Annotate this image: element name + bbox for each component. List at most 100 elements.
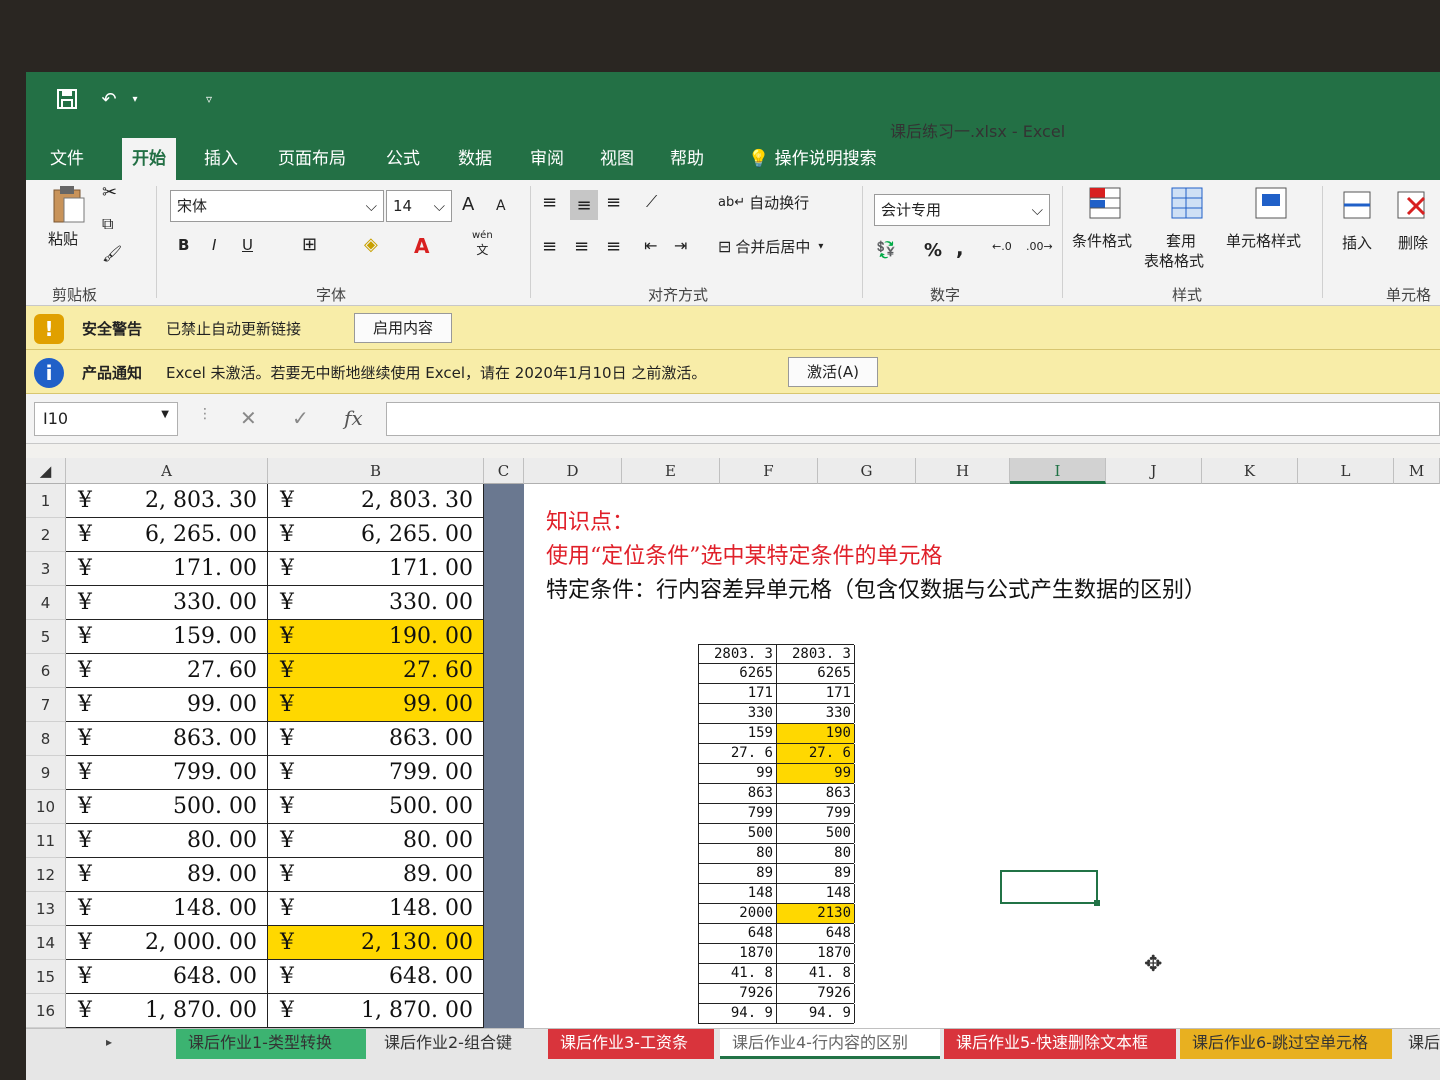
mini-table-cell[interactable]: 500 xyxy=(777,824,855,843)
decrease-decimal-icon[interactable]: .00→ xyxy=(1026,240,1053,253)
format-painter-icon[interactable]: 🖌 xyxy=(102,244,122,263)
tab-view[interactable]: 视图 xyxy=(590,138,644,180)
undo-dropdown-icon[interactable]: ▾ xyxy=(122,86,148,112)
cell-B16[interactable]: ¥1, 870. 00 xyxy=(268,994,484,1028)
accounting-format-icon[interactable]: 💱 xyxy=(876,240,896,259)
sheet-tab[interactable]: 课后作业3-工资条 xyxy=(548,1029,714,1059)
mini-table-cell[interactable]: 89 xyxy=(699,864,777,883)
sheet-tab[interactable]: 课后作业6-跳过空单元格 xyxy=(1180,1029,1392,1059)
cell-B15[interactable]: ¥648. 00 xyxy=(268,960,484,994)
cell-A5[interactable]: ¥159. 00 xyxy=(66,620,268,654)
shrink-font-icon[interactable]: A xyxy=(496,198,506,214)
row-header[interactable]: 12 xyxy=(26,858,66,892)
cell-A1[interactable]: ¥2, 803. 30 xyxy=(66,484,268,518)
mini-table-cell[interactable]: 94. 9 xyxy=(699,1004,777,1023)
mini-table-cell[interactable]: 99 xyxy=(777,764,855,783)
align-top-icon[interactable]: ≡ xyxy=(542,192,557,213)
row-header[interactable]: 3 xyxy=(26,552,66,586)
format-as-table-button[interactable]: 套用 xyxy=(1166,230,1196,251)
align-center-icon[interactable]: ≡ xyxy=(574,236,589,257)
column-header[interactable]: E xyxy=(622,458,720,484)
cut-icon[interactable]: ✂ xyxy=(102,182,117,203)
cell-styles-button[interactable]: 单元格样式 xyxy=(1226,230,1301,251)
delete-cells-button[interactable]: 删除 xyxy=(1398,232,1428,253)
row-header[interactable]: 7 xyxy=(26,688,66,722)
insert-cells-button[interactable]: 插入 xyxy=(1342,232,1372,253)
row-header[interactable]: 13 xyxy=(26,892,66,926)
tab-file[interactable]: 文件 xyxy=(40,138,94,180)
insert-function-icon[interactable]: fx xyxy=(344,406,363,430)
tab-page-layout[interactable]: 页面布局 xyxy=(268,138,356,180)
paste-button[interactable]: 粘贴 xyxy=(48,228,78,249)
mini-table-cell[interactable]: 2000 xyxy=(699,904,777,923)
orientation-icon[interactable]: ⟋ xyxy=(646,192,657,212)
delete-cells-icon[interactable] xyxy=(1394,188,1434,228)
column-header[interactable]: L xyxy=(1298,458,1394,484)
mini-table-cell[interactable]: 7926 xyxy=(777,984,855,1003)
conditional-format-icon[interactable] xyxy=(1086,184,1126,224)
cell-A13[interactable]: ¥148. 00 xyxy=(66,892,268,926)
increase-decimal-icon[interactable]: ←.0 xyxy=(992,240,1012,253)
font-color-icon[interactable]: A xyxy=(414,234,429,258)
sheet-tab[interactable]: 课后作业2-组合键 xyxy=(372,1029,542,1059)
column-header[interactable]: I xyxy=(1010,458,1106,484)
mini-table-cell[interactable]: 863 xyxy=(699,784,777,803)
mini-table-cell[interactable]: 6265 xyxy=(777,664,855,683)
cell-A7[interactable]: ¥99. 00 xyxy=(66,688,268,722)
cell-B10[interactable]: ¥500. 00 xyxy=(268,790,484,824)
tab-insert[interactable]: 插入 xyxy=(194,138,248,180)
sheet-tab[interactable]: 课后作业5-快速删除文本框 xyxy=(944,1029,1176,1059)
cell-B7[interactable]: ¥99. 00 xyxy=(268,688,484,722)
row-header[interactable]: 2 xyxy=(26,518,66,552)
align-middle-icon[interactable]: ≡ xyxy=(570,190,598,220)
mini-table-cell[interactable]: 148 xyxy=(699,884,777,903)
tab-formulas[interactable]: 公式 xyxy=(376,138,430,180)
sheet-nav-icon[interactable]: ▸ xyxy=(106,1035,112,1049)
column-header[interactable]: H xyxy=(916,458,1010,484)
cell-A15[interactable]: ¥648. 00 xyxy=(66,960,268,994)
font-size-box[interactable]: 14 ⌵ xyxy=(386,190,452,222)
cell-A12[interactable]: ¥89. 00 xyxy=(66,858,268,892)
border-icon[interactable]: ⊞ xyxy=(302,234,317,255)
format-as-table-button-line2[interactable]: 表格格式 xyxy=(1144,250,1204,271)
formula-input[interactable] xyxy=(386,402,1440,436)
name-box[interactable]: I10 ▼ xyxy=(34,402,178,436)
sheet-tab[interactable]: 课后作业4-行内容的区别 xyxy=(720,1029,940,1059)
tab-home[interactable]: 开始 xyxy=(122,138,176,180)
number-format-box[interactable]: 会计专用 ⌵ xyxy=(874,194,1050,226)
column-header[interactable]: G xyxy=(818,458,916,484)
cell-A4[interactable]: ¥330. 00 xyxy=(66,586,268,620)
tab-review[interactable]: 审阅 xyxy=(520,138,574,180)
customize-icon[interactable]: ▿ xyxy=(196,86,222,112)
merge-center-button[interactable]: ⊟ 合并后居中 ▾ xyxy=(718,236,823,257)
cell-B9[interactable]: ¥799. 00 xyxy=(268,756,484,790)
mini-table-cell[interactable]: 190 xyxy=(777,724,855,743)
mini-table-cell[interactable]: 330 xyxy=(699,704,777,723)
cell-B2[interactable]: ¥6, 265. 00 xyxy=(268,518,484,552)
mini-table-cell[interactable]: 148 xyxy=(777,884,855,903)
tell-me-search[interactable]: 💡 操作说明搜索 xyxy=(738,138,887,180)
column-header[interactable]: D xyxy=(524,458,622,484)
align-bottom-icon[interactable]: ≡ xyxy=(606,192,621,213)
mini-table-cell[interactable]: 500 xyxy=(699,824,777,843)
mini-table-cell[interactable]: 799 xyxy=(777,804,855,823)
fill-color-icon[interactable]: ◈ xyxy=(364,234,378,255)
mini-table-cell[interactable]: 89 xyxy=(777,864,855,883)
cell-A2[interactable]: ¥6, 265. 00 xyxy=(66,518,268,552)
cell-B4[interactable]: ¥330. 00 xyxy=(268,586,484,620)
mini-table-cell[interactable]: 648 xyxy=(699,924,777,943)
comma-button[interactable]: , xyxy=(956,236,964,260)
cell-A3[interactable]: ¥171. 00 xyxy=(66,552,268,586)
mini-table-cell[interactable]: 80 xyxy=(777,844,855,863)
cell-B11[interactable]: ¥80. 00 xyxy=(268,824,484,858)
cell-B3[interactable]: ¥171. 00 xyxy=(268,552,484,586)
mini-table-cell[interactable]: 2803. 3 xyxy=(699,645,777,664)
column-header[interactable]: K xyxy=(1202,458,1298,484)
insert-cells-icon[interactable] xyxy=(1340,188,1380,228)
cell-styles-icon[interactable] xyxy=(1252,184,1292,224)
row-header[interactable]: 6 xyxy=(26,654,66,688)
column-header[interactable]: J xyxy=(1106,458,1202,484)
mini-table-cell[interactable]: 2803. 3 xyxy=(777,645,855,664)
format-as-table-icon[interactable] xyxy=(1168,184,1208,224)
copy-icon[interactable]: ⧉ xyxy=(102,214,113,234)
